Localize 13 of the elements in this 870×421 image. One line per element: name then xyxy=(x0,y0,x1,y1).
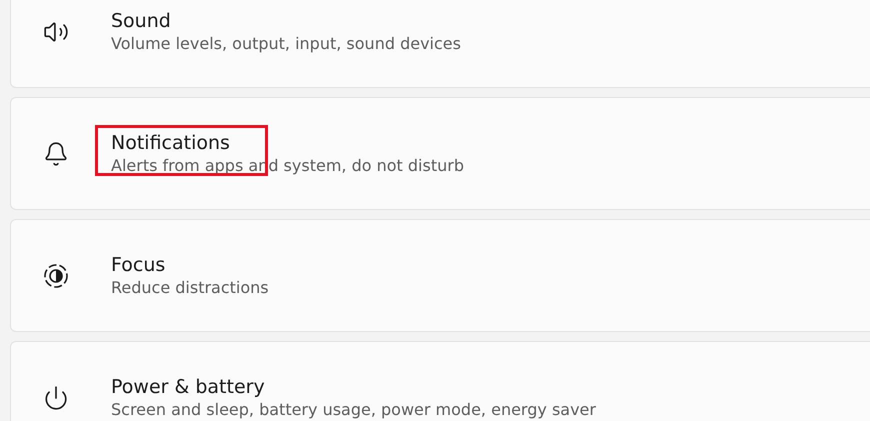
focus-icon xyxy=(43,262,69,288)
settings-item[interactable]: Sound Volume levels, output, input, sound devices xyxy=(10,0,870,88)
item-title: Focus xyxy=(111,254,166,276)
bell-icon xyxy=(43,140,69,166)
item-description: Screen and sleep, battery usage, power mode, energy saver xyxy=(111,400,596,419)
item-description: Reduce distractions xyxy=(111,278,269,297)
item-description: Volume levels, output, input, sound devices xyxy=(111,34,461,53)
item-title: Notifications xyxy=(111,132,231,154)
settings-item[interactable]: Focus Reduce distractions xyxy=(10,219,870,332)
settings-item[interactable]: Power & battery Screen and sleep, battery usage, power mode, energy saver xyxy=(10,341,870,421)
item-title: Power & battery xyxy=(111,376,266,398)
item-title: Sound xyxy=(111,10,172,32)
power-icon xyxy=(43,384,69,410)
